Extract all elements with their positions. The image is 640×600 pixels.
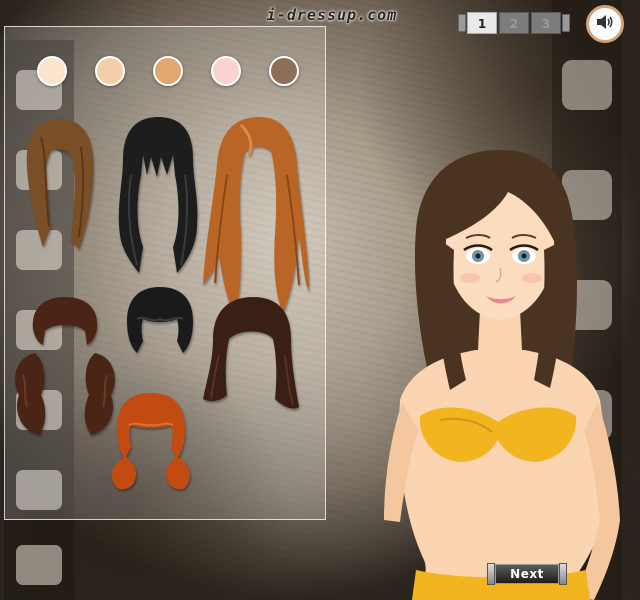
- page-3-button[interactable]: 3: [531, 12, 561, 34]
- page-1-button[interactable]: 1: [467, 12, 497, 34]
- skin-tone-swatch-2[interactable]: [95, 56, 125, 86]
- skin-tone-swatch-1[interactable]: [37, 56, 67, 86]
- skin-tone-swatch-4[interactable]: [211, 56, 241, 86]
- next-button-right-cap: [559, 563, 567, 585]
- skin-tone-swatch-5[interactable]: [269, 56, 299, 86]
- hair-option-red-pigtails[interactable]: [105, 391, 197, 491]
- hair-selection-panel: [4, 26, 326, 520]
- next-button-label: Next: [495, 564, 559, 584]
- hair-option-wavy-brown[interactable]: [201, 295, 301, 415]
- game-stage: i-dressup.com 1 2 3 Next: [0, 0, 640, 600]
- site-title: i-dressup.com: [266, 6, 398, 24]
- skin-tone-swatch-3[interactable]: [153, 56, 183, 86]
- page-2-button[interactable]: 2: [499, 12, 529, 34]
- page-selector: 1 2 3: [458, 12, 570, 34]
- hair-option-auburn-long[interactable]: [201, 115, 311, 315]
- speaker-icon: [595, 13, 615, 35]
- next-button[interactable]: Next: [487, 563, 567, 585]
- doll-model: [380, 140, 640, 600]
- hair-option-brown-bob[interactable]: [21, 117, 97, 251]
- pager-left-cap: [458, 14, 466, 32]
- hair-option-black-bob[interactable]: [123, 285, 197, 357]
- hair-option-black-layered[interactable]: [113, 115, 203, 275]
- pager-right-cap: [562, 14, 570, 32]
- next-button-left-cap: [487, 563, 495, 585]
- sound-toggle-button[interactable]: [586, 5, 624, 43]
